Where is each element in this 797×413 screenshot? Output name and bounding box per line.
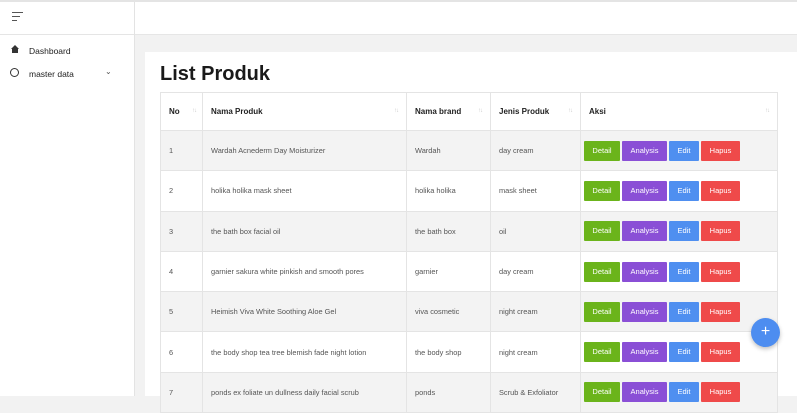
cell-no: 3 <box>169 226 174 236</box>
column-header-no[interactable]: No ↑↓ <box>160 92 203 131</box>
table-row: 1 Wardah Acnederm Day Moisturizer Wardah da… <box>160 129 778 172</box>
table-row: 6 the body shop tea tree blemish fade nig… <box>160 331 778 373</box>
chevron-down-icon: ⌄ <box>105 67 112 76</box>
cell-nama-brand: garnier <box>415 267 439 277</box>
sidebar-header <box>0 2 134 35</box>
column-header-jenis-produk[interactable]: Jenis Produk ↑↓ <box>490 92 581 131</box>
cell-nama-brand: Wardah <box>415 146 441 156</box>
cell-nama-produk: the body shop tea tree blemish fade nigh… <box>211 347 367 357</box>
detail-button[interactable]: Detail <box>584 140 620 161</box>
analysis-button[interactable]: Analysis <box>622 301 667 322</box>
circle-icon <box>10 68 20 78</box>
sidebar-item-label: master data <box>29 69 74 79</box>
analysis-button[interactable]: Analysis <box>622 221 667 242</box>
cell-jenis-produk: mask sheet <box>499 186 537 196</box>
table-row: 4 garnier sakura white pinkish and smooth… <box>160 250 778 293</box>
column-header-nama-produk[interactable]: Nama Produk ↑↓ <box>202 92 407 131</box>
cell-no: 1 <box>169 146 174 156</box>
edit-button[interactable]: Edit <box>669 261 699 282</box>
sort-icon: ↑↓ <box>568 108 573 114</box>
analysis-button[interactable]: Analysis <box>622 140 667 161</box>
sort-icon: ↑↓ <box>765 108 770 114</box>
cell-jenis-produk: night cream <box>499 347 538 357</box>
cell-jenis-produk: oil <box>499 226 507 236</box>
sidebar-item-label: Dashboard <box>29 46 71 56</box>
cell-jenis-produk: day cream <box>499 267 534 277</box>
cell-nama-brand: holika holika <box>415 186 456 196</box>
add-product-button[interactable]: + <box>751 318 780 347</box>
sort-icon: ↑↓ <box>394 108 399 114</box>
cell-nama-produk: Heimish Viva White Soothing Aloe Gel <box>211 307 337 317</box>
cell-nama-brand: viva cosmetic <box>415 307 460 317</box>
sort-icon: ↑↓ <box>192 108 197 114</box>
product-list-card: List Produk No ↑↓ Nama Produk ↑↓ Nama bran… <box>145 52 797 413</box>
cell-no: 5 <box>169 307 174 317</box>
table-row: 7 ponds ex foliate un dullness daily faci… <box>160 371 778 413</box>
home-icon <box>10 45 20 55</box>
detail-button[interactable]: Detail <box>584 180 620 201</box>
sidebar: Dashboard master data ⌄ <box>0 2 135 396</box>
cell-nama-brand: the body shop <box>415 347 462 357</box>
analysis-button[interactable]: Analysis <box>622 261 667 282</box>
edit-button[interactable]: Edit <box>669 180 699 201</box>
analysis-button[interactable]: Analysis <box>622 342 667 363</box>
analysis-button[interactable]: Analysis <box>622 382 667 403</box>
table-row: 5 Heimish Viva White Soothing Aloe Gel viv… <box>160 291 778 333</box>
table-row: 2 holika holika mask sheet holika holika ma… <box>160 170 778 212</box>
sidebar-item-master-data[interactable]: master data ⌄ <box>0 62 134 85</box>
analysis-button[interactable]: Analysis <box>622 180 667 201</box>
cell-no: 4 <box>169 267 174 277</box>
cell-nama-produk: holika holika mask sheet <box>211 186 292 196</box>
cell-jenis-produk: day cream <box>499 146 534 156</box>
column-header-aksi[interactable]: Aksi ↑↓ <box>580 92 778 131</box>
delete-button[interactable]: Hapus <box>701 140 740 161</box>
cell-nama-produk: Wardah Acnederm Day Moisturizer <box>211 146 326 156</box>
delete-button[interactable]: Hapus <box>701 382 740 403</box>
edit-button[interactable]: Edit <box>669 301 699 322</box>
delete-button[interactable]: Hapus <box>701 301 740 322</box>
edit-button[interactable]: Edit <box>669 342 699 363</box>
detail-button[interactable]: Detail <box>584 261 620 282</box>
delete-button[interactable]: Hapus <box>701 342 740 363</box>
sidebar-item-dashboard[interactable]: Dashboard <box>0 39 134 62</box>
cell-nama-produk: the bath box facial oil <box>211 226 281 236</box>
detail-button[interactable]: Detail <box>584 382 620 403</box>
menu-toggle-icon[interactable] <box>12 12 24 22</box>
cell-no: 2 <box>169 186 174 196</box>
delete-button[interactable]: Hapus <box>701 221 740 242</box>
table-row: 3 the bath box facial oil the bath box oil D… <box>160 210 778 252</box>
top-bar <box>135 2 797 35</box>
product-table: No ↑↓ Nama Produk ↑↓ Nama brand ↑↓ Jenis Pr… <box>160 92 778 413</box>
edit-button[interactable]: Edit <box>669 140 699 161</box>
detail-button[interactable]: Detail <box>584 342 620 363</box>
edit-button[interactable]: Edit <box>669 382 699 403</box>
delete-button[interactable]: Hapus <box>701 180 740 201</box>
delete-button[interactable]: Hapus <box>701 261 740 282</box>
column-header-nama-brand[interactable]: Nama brand ↑↓ <box>406 92 491 131</box>
cell-no: 6 <box>169 347 174 357</box>
page-title: List Produk <box>160 63 271 85</box>
detail-button[interactable]: Detail <box>584 221 620 242</box>
sort-icon: ↑↓ <box>478 108 483 114</box>
edit-button[interactable]: Edit <box>669 221 699 242</box>
cell-nama-brand: the bath box <box>415 226 456 236</box>
detail-button[interactable]: Detail <box>584 301 620 322</box>
cell-nama-produk: garnier sakura white pinkish and smooth … <box>211 267 364 277</box>
cell-jenis-produk: night cream <box>499 307 538 317</box>
